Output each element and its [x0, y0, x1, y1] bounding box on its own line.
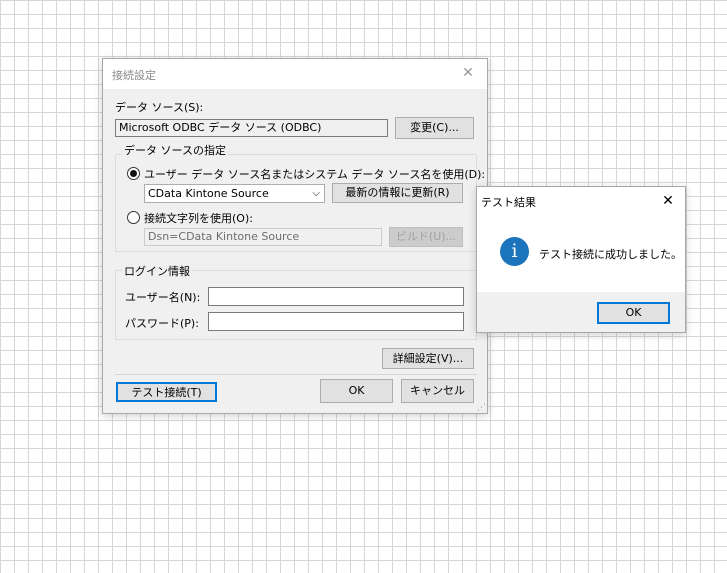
conn-string-field: Dsn=CData Kintone Source — [144, 228, 382, 246]
dsn-select-value: CData Kintone Source — [148, 187, 269, 200]
info-icon: i — [500, 237, 529, 266]
data-source-label: データ ソース(S): — [115, 101, 204, 114]
resize-grip-icon[interactable]: ⋰ — [477, 403, 486, 413]
test-result-dialog: テスト結果 ✕ i テスト接続に成功しました。 OK — [476, 186, 686, 333]
ok-button[interactable]: OK — [320, 379, 393, 403]
cancel-button[interactable]: キャンセル — [401, 379, 474, 403]
data-source-group-title: データ ソースの指定 — [122, 142, 228, 158]
result-message: テスト接続に成功しました。 — [539, 248, 682, 261]
refresh-button[interactable]: 最新の情報に更新(R) — [332, 183, 463, 203]
connection-settings-dialog: 接続設定 ✕ データ ソース(S): Microsoft ODBC データ ソー… — [102, 58, 488, 414]
build-button: ビルド(U)... — [389, 227, 463, 247]
result-title-bar[interactable]: テスト結果 ✕ — [477, 187, 685, 215]
username-input[interactable] — [208, 287, 464, 306]
result-dialog-title: テスト結果 — [481, 196, 536, 209]
use-dsn-label[interactable]: ユーザー データ ソース名またはシステム データ ソース名を使用(D): — [144, 166, 485, 182]
change-button[interactable]: 変更(C)... — [395, 117, 474, 139]
info-icon-glyph: i — [511, 240, 518, 262]
test-connection-button[interactable]: テスト接続(T) — [116, 382, 217, 402]
separator — [115, 374, 477, 375]
login-group-title: ログイン情報 — [122, 263, 192, 279]
use-conn-string-radio[interactable] — [127, 211, 140, 224]
data-source-field: Microsoft ODBC データ ソース (ODBC) — [115, 119, 388, 137]
title-bar[interactable]: 接続設定 ✕ — [103, 59, 487, 89]
close-icon[interactable]: ✕ — [459, 64, 477, 82]
advanced-button[interactable]: 詳細設定(V)... — [382, 348, 474, 369]
password-input[interactable] — [208, 312, 464, 331]
result-ok-button[interactable]: OK — [597, 302, 670, 324]
result-close-icon[interactable]: ✕ — [659, 192, 677, 210]
chevron-down-icon: ⌵ — [312, 188, 320, 199]
use-conn-string-label[interactable]: 接続文字列を使用(O): — [144, 210, 253, 226]
use-dsn-radio[interactable] — [127, 167, 140, 180]
username-label: ユーザー名(N): — [125, 291, 201, 304]
dialog-title: 接続設定 — [112, 69, 156, 82]
dsn-select[interactable]: CData Kintone Source ⌵ — [144, 184, 325, 203]
password-label: パスワード(P): — [125, 317, 199, 330]
